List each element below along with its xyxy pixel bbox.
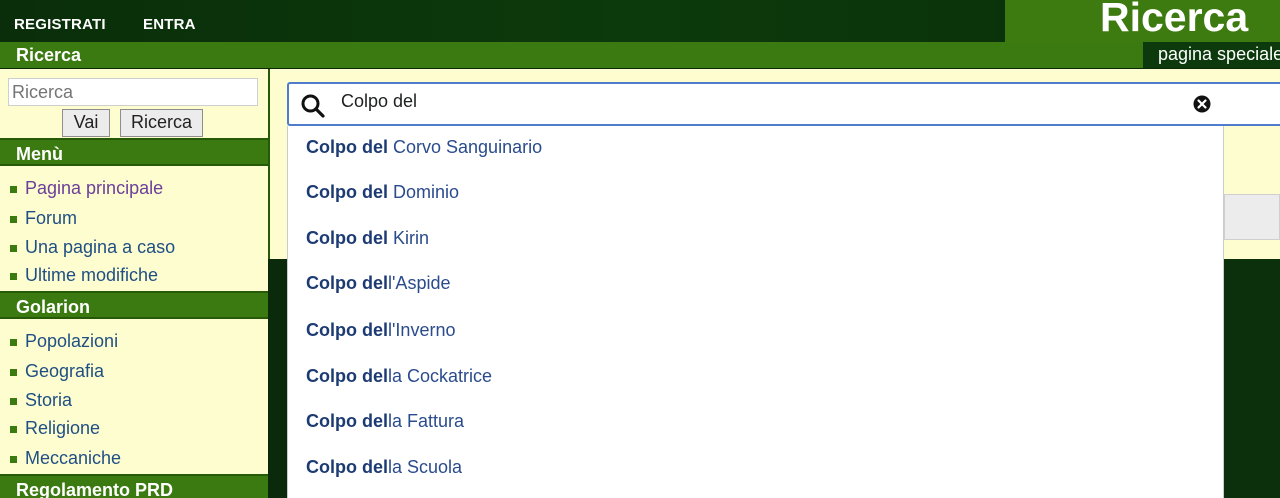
sidebar-item-label: Una pagina a caso: [25, 237, 176, 257]
bullet-icon: [10, 397, 17, 405]
suggestion-rest: l'Inverno: [388, 320, 456, 340]
login-link[interactable]: ENTRA: [143, 16, 196, 33]
suggestion-item[interactable]: Colpo della Scuola: [306, 457, 462, 478]
suggestion-rest: la Cockatrice: [388, 366, 493, 386]
sidebar-item-label: Storia: [25, 390, 73, 410]
sidebar-item-random-page[interactable]: Una pagina a caso: [10, 237, 175, 258]
section-title: Ricerca: [16, 45, 82, 65]
suggestion-match: Colpo del: [306, 273, 388, 293]
sidebar-item-recent-changes[interactable]: Ultime modifiche: [10, 265, 158, 286]
suggestion-item[interactable]: Colpo del Dominio: [306, 182, 459, 203]
sidebar-item-label: Popolazioni: [25, 331, 119, 351]
rules-heading: Regolamento PRD: [0, 474, 268, 498]
content-background: [1224, 259, 1280, 498]
bullet-icon: [10, 185, 17, 193]
suggestion-item[interactable]: Colpo della Fattura: [306, 411, 464, 432]
suggestion-rest: l'Aspide: [388, 273, 451, 293]
sidebar-item-label: Forum: [25, 208, 78, 228]
suggestion-match: Colpo del: [306, 228, 388, 248]
suggestion-item[interactable]: Colpo dell'Aspide: [306, 273, 450, 294]
suggestion-match: Colpo del: [306, 182, 388, 202]
suggestion-match: Colpo del: [306, 411, 388, 431]
suggestion-rest: Kirin: [388, 228, 430, 248]
clear-icon[interactable]: [1193, 95, 1211, 113]
suggestion-match: Colpo del: [306, 137, 388, 157]
sidebar-item-label: Geografia: [25, 361, 105, 381]
sidebar-item-main-page[interactable]: Pagina principale: [10, 178, 163, 199]
search-button[interactable]: Ricerca: [120, 109, 203, 137]
sidebar-item-forum[interactable]: Forum: [10, 208, 77, 229]
bullet-icon: [10, 244, 17, 252]
bullet-icon: [10, 425, 17, 433]
bullet-icon: [10, 215, 17, 223]
suggestion-item[interactable]: Colpo dell'Inverno: [306, 320, 455, 341]
sidebar-item-label: Pagina principale: [25, 178, 164, 198]
page-title: Ricerca: [1100, 0, 1249, 40]
sidebar-item-history[interactable]: Storia: [10, 390, 72, 411]
sidebar-item-label: Ultime modifiche: [25, 265, 159, 285]
register-link[interactable]: REGISTRATI: [14, 16, 106, 33]
bullet-icon: [10, 455, 17, 463]
special-page-label: pagina speciale: [1158, 44, 1280, 64]
search-icon: [301, 94, 325, 118]
content-panel: [1224, 194, 1280, 240]
sidebar-item-label: Meccaniche: [25, 448, 122, 468]
sidebar-item-populations[interactable]: Popolazioni: [10, 331, 118, 352]
golarion-heading: Golarion: [0, 291, 268, 319]
search-input[interactable]: [287, 82, 1280, 126]
suggestion-rest: la Scuola: [388, 457, 463, 477]
bullet-icon: [10, 272, 17, 280]
bullet-icon: [10, 338, 17, 346]
sidebar-item-geography[interactable]: Geografia: [10, 361, 104, 382]
sidebar-item-mechanics[interactable]: Meccaniche: [10, 448, 121, 469]
suggestion-match: Colpo del: [306, 366, 388, 386]
search-query: Colpo del: [341, 91, 418, 111]
suggestion-rest: Corvo Sanguinario: [388, 137, 543, 157]
suggestion-match: Colpo del: [306, 457, 388, 477]
sidebar-item-religion[interactable]: Religione: [10, 418, 100, 439]
suggestion-item[interactable]: Colpo della Cockatrice: [306, 366, 492, 387]
menu-heading: Menù: [0, 138, 268, 166]
go-button[interactable]: Vai: [62, 109, 110, 137]
bullet-icon: [10, 368, 17, 376]
suggestion-item[interactable]: Colpo del Kirin: [306, 228, 429, 249]
suggestion-match: Colpo del: [306, 320, 388, 340]
sidebar-search-input[interactable]: [8, 78, 258, 106]
suggestion-item[interactable]: Colpo del Corvo Sanguinario: [306, 137, 542, 158]
sidebar-item-label: Religione: [25, 418, 101, 438]
suggestion-rest: la Fattura: [388, 411, 465, 431]
sub-bar: [0, 42, 1280, 68]
suggestion-rest: Dominio: [388, 182, 460, 202]
